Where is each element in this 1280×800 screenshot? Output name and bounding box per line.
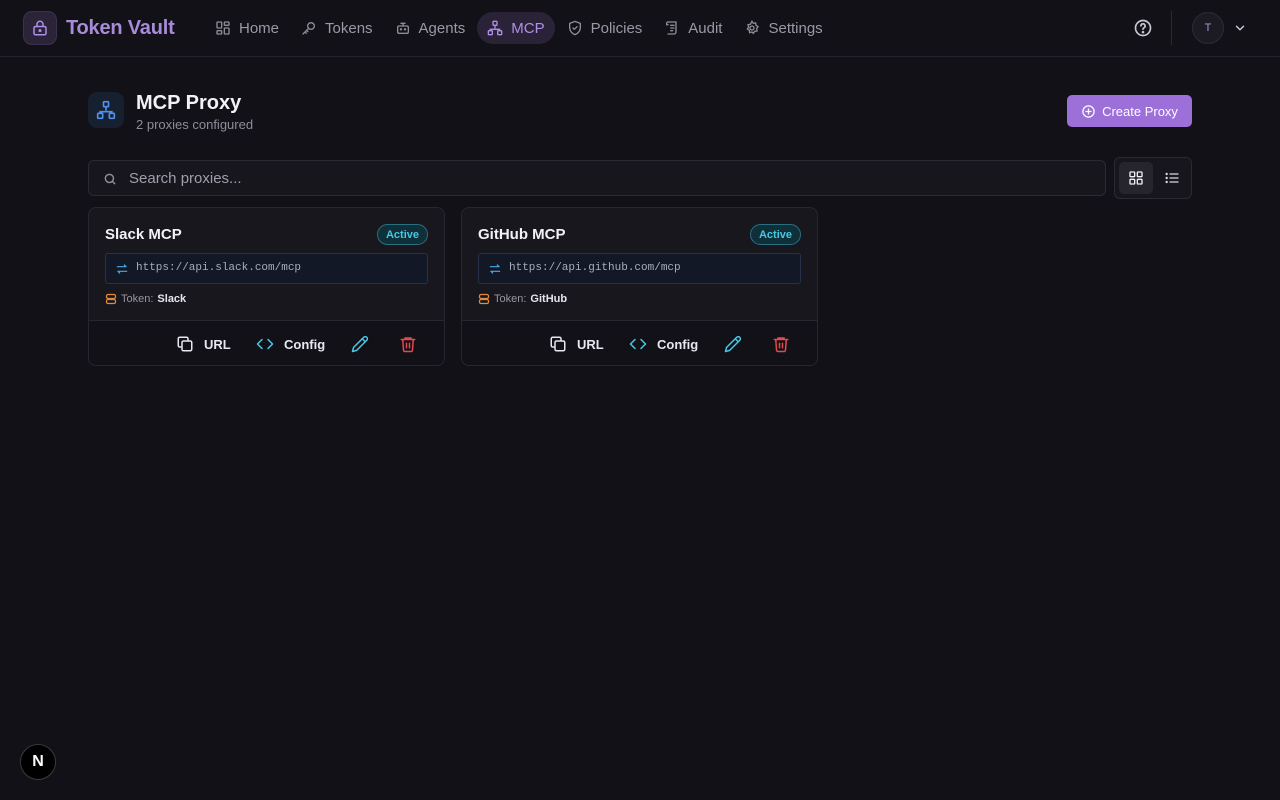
config-button[interactable]: Config [629, 333, 698, 355]
config-label: Config [284, 336, 326, 352]
network-icon [487, 20, 503, 36]
main-nav: Home Tokens Agents MCP Policies Audit Se… [205, 12, 833, 44]
token-info: Token: GitHub [478, 293, 567, 305]
token-label: Token: [494, 293, 527, 305]
proxy-url-box: https://api.github.com/mcp [478, 253, 801, 284]
edit-button[interactable] [724, 333, 742, 355]
page-subtitle: 2 proxies configured [136, 117, 254, 132]
card-footer: URL Config [462, 320, 817, 365]
create-proxy-label: Create Proxy [1102, 103, 1178, 119]
nav-label: Audit [688, 19, 723, 37]
page-title: MCP Proxy [136, 92, 242, 114]
arrows-swap-icon [115, 262, 129, 276]
nav-divider [1171, 11, 1172, 45]
nav-item-agents[interactable]: Agents [385, 12, 476, 44]
plus-circle-icon [1081, 104, 1096, 119]
config-button[interactable]: Config [256, 333, 325, 355]
copy-url-button[interactable]: URL [549, 333, 604, 355]
code-icon [256, 335, 274, 353]
delete-button[interactable] [772, 333, 790, 355]
nav-item-audit[interactable]: Audit [654, 12, 732, 44]
grid-icon [215, 20, 231, 36]
scroll-icon [664, 20, 680, 36]
token-name: Slack [157, 293, 187, 305]
search-bar [88, 160, 1106, 196]
proxy-url: https://api.slack.com/mcp [136, 262, 302, 274]
create-proxy-button[interactable]: Create Proxy [1067, 95, 1192, 127]
grid-view-button[interactable] [1119, 162, 1153, 194]
token-name: GitHub [530, 293, 568, 305]
token-info: Token: Slack [105, 293, 186, 305]
database-icon [105, 293, 117, 305]
brand-name: Token Vault [66, 16, 175, 39]
delete-button[interactable] [399, 333, 417, 355]
url-label: URL [577, 336, 604, 352]
nav-label: Tokens [325, 19, 373, 37]
help-icon[interactable] [1133, 18, 1153, 38]
nav-item-policies[interactable]: Policies [557, 12, 653, 44]
search-icon [103, 172, 117, 186]
key-icon [301, 20, 317, 36]
pencil-icon [351, 335, 369, 353]
trash-icon [399, 335, 417, 353]
proxy-url: https://api.github.com/mcp [509, 262, 681, 274]
status-badge: Active [376, 224, 428, 245]
nav-label: Policies [590, 19, 643, 37]
gear-icon [744, 20, 760, 36]
network-icon [88, 92, 124, 128]
top-nav: Token Vault Home Tokens Agents MCP Polic… [0, 0, 1280, 57]
nav-item-settings[interactable]: Settings [734, 12, 832, 44]
card-footer: URL Config [89, 320, 444, 365]
nav-label: Agents [418, 19, 466, 37]
proxy-url-box: https://api.slack.com/mcp [105, 253, 428, 284]
list-view-icon [1164, 170, 1180, 186]
edit-button[interactable] [351, 333, 369, 355]
search-input[interactable] [129, 161, 1089, 195]
proxy-name: GitHub MCP [478, 226, 566, 243]
bot-icon [395, 20, 411, 36]
config-label: Config [657, 336, 699, 352]
nav-label: Home [239, 19, 280, 37]
nextjs-badge[interactable]: N [20, 744, 56, 780]
proxy-name: Slack MCP [105, 226, 182, 243]
trash-icon [772, 335, 790, 353]
copy-icon [549, 335, 567, 353]
shield-check-icon [567, 20, 583, 36]
url-label: URL [204, 336, 231, 352]
code-icon [629, 335, 647, 353]
database-icon [478, 293, 490, 305]
token-label: Token: [121, 293, 154, 305]
nav-item-tokens[interactable]: Tokens [291, 12, 383, 44]
list-view-button[interactable] [1155, 162, 1189, 194]
proxy-card: Slack MCP Active https://api.slack.com/m… [88, 207, 445, 366]
arrows-swap-icon [488, 262, 502, 276]
chevron-down-icon[interactable] [1233, 21, 1247, 35]
view-toggle [1114, 157, 1192, 199]
status-badge: Active [749, 224, 801, 245]
nav-label: Settings [768, 19, 823, 37]
nav-label: MCP [511, 19, 545, 37]
lock-icon [23, 11, 57, 45]
copy-icon [176, 335, 194, 353]
pencil-icon [724, 335, 742, 353]
copy-url-button[interactable]: URL [176, 333, 231, 355]
brand[interactable]: Token Vault [23, 11, 175, 45]
nav-item-mcp[interactable]: MCP [477, 12, 555, 44]
grid-view-icon [1128, 170, 1144, 186]
proxy-card: GitHub MCP Active https://api.github.com… [461, 207, 818, 366]
avatar[interactable]: T [1192, 12, 1224, 44]
nav-item-home[interactable]: Home [205, 12, 289, 44]
